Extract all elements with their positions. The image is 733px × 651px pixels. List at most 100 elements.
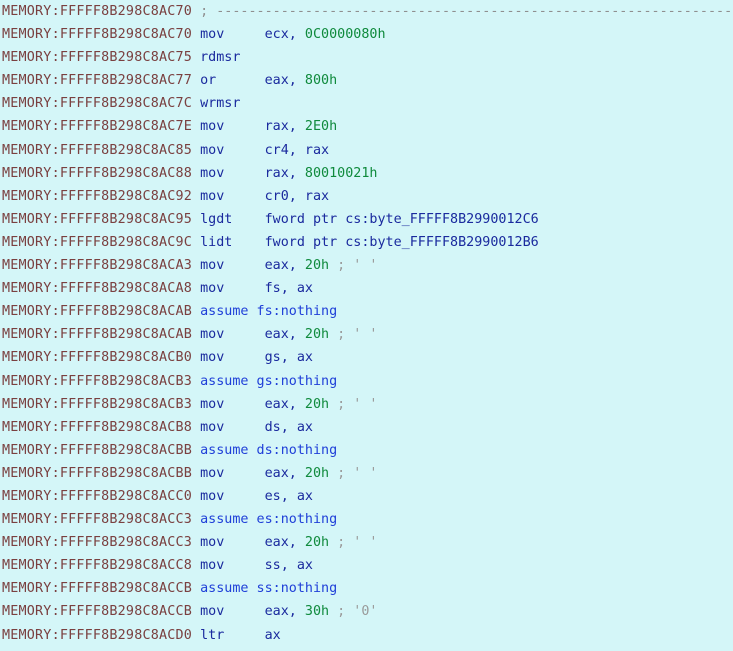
instruction-operands: gs, ax (264, 350, 313, 366)
instruction-operands: eax, (264, 535, 305, 551)
instruction-mnemonic: mov (200, 27, 225, 43)
address-gutter-gap (192, 397, 200, 412)
instruction-operands: eax, (264, 396, 305, 412)
address-gutter-gap (192, 604, 200, 619)
disassembly-line[interactable]: MEMORY:FFFFF8B298C8ACAB assume fs:nothin… (0, 300, 733, 323)
assume-directive: assume gs:nothing (200, 373, 338, 389)
address-gutter-gap (192, 350, 200, 365)
disassembly-line[interactable]: MEMORY:FFFFF8B298C8ACBB assume ds:nothin… (0, 439, 733, 462)
line-address: MEMORY:FFFFF8B298C8ACAB (2, 327, 193, 343)
line-address: MEMORY:FFFFF8B298C8AC75 (2, 50, 193, 66)
numeric-literal: 20h (304, 258, 330, 274)
instruction-mnemonic: wrmsr (200, 96, 241, 112)
instruction-mnemonic: mov (200, 488, 225, 504)
instruction-operands: rax, (264, 165, 305, 181)
mnemonic-pad (224, 350, 264, 365)
disassembly-line[interactable]: MEMORY:FFFFF8B298C8ACC8 mov ss, ax (0, 554, 733, 577)
line-address: MEMORY:FFFFF8B298C8ACCB (2, 581, 193, 597)
numeric-literal: 80010021h (304, 165, 378, 181)
disassembly-view[interactable]: MEMORY:FFFFF8B298C8AC70 ; --------------… (0, 0, 733, 651)
line-address: MEMORY:FFFFF8B298C8ACA3 (2, 258, 193, 274)
address-gutter-gap (192, 189, 200, 204)
disassembly-line[interactable]: MEMORY:FFFFF8B298C8AC95 lgdt fword ptr c… (0, 208, 733, 231)
disassembly-line[interactable]: MEMORY:FFFFF8B298C8AC77 or eax, 800h (0, 69, 733, 92)
disassembly-line[interactable]: MEMORY:FFFFF8B298C8ACBB mov eax, 20h ; '… (0, 462, 733, 485)
disassembly-line[interactable]: MEMORY:FFFFF8B298C8AC75 rdmsr (0, 46, 733, 69)
address-gutter-gap (192, 443, 200, 458)
address-gutter-gap (192, 166, 200, 181)
line-address: MEMORY:FFFFF8B298C8ACA8 (2, 281, 193, 297)
address-gutter-gap (192, 466, 200, 481)
numeric-literal: 2E0h (304, 119, 338, 135)
instruction-operands: ecx, (264, 27, 305, 43)
numeric-literal: 20h (304, 327, 330, 343)
instruction-mnemonic: mov (200, 558, 225, 574)
disassembly-line[interactable]: MEMORY:FFFFF8B298C8ACC3 assume es:nothin… (0, 508, 733, 531)
disassembly-line[interactable]: MEMORY:FFFFF8B298C8ACB3 mov eax, 20h ; '… (0, 393, 733, 416)
instruction-operands: es, ax (264, 488, 313, 504)
numeric-literal: 30h (304, 604, 330, 620)
address-gutter-gap (192, 281, 200, 296)
assume-directive: assume fs:nothing (200, 304, 338, 320)
line-address: MEMORY:FFFFF8B298C8AC7E (2, 119, 193, 135)
address-gutter-gap (192, 119, 200, 134)
instruction-mnemonic: mov (200, 165, 225, 181)
mnemonic-pad (224, 558, 264, 573)
address-gutter-gap (192, 27, 200, 42)
mnemonic-pad (216, 73, 264, 88)
instruction-mnemonic: ltr (200, 627, 225, 643)
address-gutter-gap (192, 50, 200, 65)
disassembly-line[interactable]: MEMORY:FFFFF8B298C8ACB3 assume gs:nothin… (0, 370, 733, 393)
disassembly-line[interactable]: MEMORY:FFFFF8B298C8AC70 mov ecx, 0C00000… (0, 23, 733, 46)
disassembly-line[interactable]: MEMORY:FFFFF8B298C8ACA8 mov fs, ax (0, 277, 733, 300)
inline-comment: ; ' ' (329, 535, 378, 551)
address-gutter-gap (192, 628, 200, 643)
disassembly-line[interactable]: MEMORY:FFFFF8B298C8ACC3 mov eax, 20h ; '… (0, 531, 733, 554)
disassembly-line[interactable]: MEMORY:FFFFF8B298C8AC70 ; --------------… (0, 0, 733, 23)
numeric-literal: 20h (304, 396, 330, 412)
inline-comment: ; ' ' (329, 396, 378, 412)
inline-comment: ; ' ' (329, 327, 378, 343)
inline-comment: ; '0' (329, 604, 378, 620)
instruction-mnemonic: mov (200, 281, 225, 297)
disassembly-line[interactable]: MEMORY:FFFFF8B298C8ACCB mov eax, 30h ; '… (0, 600, 733, 623)
disassembly-line[interactable]: MEMORY:FFFFF8B298C8ACB8 mov ds, ax (0, 416, 733, 439)
address-gutter-gap (192, 73, 200, 88)
instruction-operands: ax (264, 627, 281, 643)
address-gutter-gap (192, 143, 200, 158)
mnemonic-pad (224, 189, 264, 204)
disassembly-line[interactable]: MEMORY:FFFFF8B298C8ACD0 ltr ax (0, 624, 733, 647)
line-address: MEMORY:FFFFF8B298C8AC70 (2, 4, 193, 19)
disassembly-line[interactable]: MEMORY:FFFFF8B298C8ACA3 mov eax, 20h ; '… (0, 254, 733, 277)
disassembly-line[interactable]: MEMORY:FFFFF8B298C8ACAB mov eax, 20h ; '… (0, 323, 733, 346)
disassembly-line[interactable]: MEMORY:FFFFF8B298C8AC7E mov rax, 2E0h (0, 115, 733, 138)
disassembly-line[interactable]: MEMORY:FFFFF8B298C8AC7C wrmsr (0, 92, 733, 115)
address-gutter-gap (192, 327, 200, 342)
address-gutter-gap (192, 489, 200, 504)
address-gutter-gap (192, 4, 200, 19)
instruction-mnemonic: or (200, 73, 217, 89)
disassembly-line[interactable]: MEMORY:FFFFF8B298C8AC85 mov cr4, rax (0, 139, 733, 162)
instruction-operands: cr0, rax (264, 188, 330, 204)
disassembly-line[interactable]: MEMORY:FFFFF8B298C8AC9C lidt fword ptr c… (0, 231, 733, 254)
instruction-mnemonic: mov (200, 142, 225, 158)
instruction-mnemonic: mov (200, 419, 225, 435)
inline-comment: ; ' ' (329, 258, 378, 274)
instruction-operands: fword ptr cs:byte_FFFFF8B2990012C6 (264, 211, 539, 227)
mnemonic-pad (224, 466, 264, 481)
disassembly-line[interactable]: MEMORY:FFFFF8B298C8ACB0 mov gs, ax (0, 346, 733, 369)
disassembly-line[interactable]: MEMORY:FFFFF8B298C8ACCB assume ss:nothin… (0, 577, 733, 600)
assume-directive: assume es:nothing (200, 512, 338, 528)
mnemonic-pad (224, 397, 264, 412)
disassembly-line[interactable]: MEMORY:FFFFF8B298C8ACC0 mov es, ax (0, 485, 733, 508)
disassembly-line[interactable]: MEMORY:FFFFF8B298C8ACD3 mov rax, cr0 (0, 647, 733, 651)
line-address: MEMORY:FFFFF8B298C8AC77 (2, 73, 193, 89)
instruction-operands: eax, (264, 258, 305, 274)
address-gutter-gap (192, 535, 200, 550)
disassembly-line[interactable]: MEMORY:FFFFF8B298C8AC88 mov rax, 8001002… (0, 162, 733, 185)
instruction-mnemonic: mov (200, 535, 225, 551)
disassembly-line[interactable]: MEMORY:FFFFF8B298C8AC92 mov cr0, rax (0, 185, 733, 208)
separator-comment: ; --------------------------------------… (200, 4, 733, 19)
instruction-operands: eax, (264, 327, 305, 343)
line-address: MEMORY:FFFFF8B298C8ACB8 (2, 419, 193, 435)
